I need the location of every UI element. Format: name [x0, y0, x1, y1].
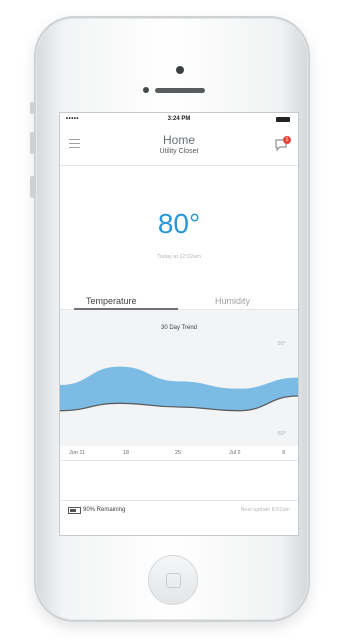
current-temperature: 80° — [157, 208, 201, 239]
x-tick-label: 9 — [282, 450, 286, 456]
notification-badge: 1 — [283, 136, 291, 144]
x-tick-label: Jun 11 — [69, 450, 86, 456]
temperature-area — [60, 366, 298, 411]
x-axis: Jun 11 18 25 Jul 2 9 — [60, 446, 298, 461]
page-title: Home — [162, 133, 195, 147]
next-update: Next update 8:02am — [240, 507, 290, 513]
chart-title: 30 Day Trend — [160, 325, 198, 331]
trend-chart: 30 Day Trend 90° 60° — [60, 310, 298, 446]
battery-level-icon — [68, 507, 81, 514]
y-label-high: 90° — [277, 341, 286, 347]
x-tick-label: 18 — [123, 450, 130, 456]
tab-bar: Temperature Humidity — [60, 293, 298, 310]
mute-switch — [30, 102, 35, 114]
x-tick-label: Jul 2 — [229, 450, 241, 456]
device-footer: 90% Remaining Next update 8:02am — [60, 500, 298, 521]
battery-remaining: 90% Remaining — [83, 507, 126, 513]
app-screen: ••••• 3:24 PM Home Utility Closet 1 80° … — [59, 112, 299, 536]
earpiece-speaker — [155, 88, 205, 93]
app-header: Home Utility Closet 1 — [60, 127, 298, 166]
battery-icon — [276, 117, 290, 122]
tab-temperature[interactable]: Temperature — [86, 296, 137, 306]
tab-humidity[interactable]: Humidity — [215, 296, 250, 306]
front-camera — [176, 66, 184, 74]
volume-down-button — [30, 176, 35, 198]
page-subtitle: Utility Closet — [159, 148, 199, 155]
status-time: 3:24 PM — [167, 116, 191, 122]
home-button[interactable] — [148, 555, 198, 605]
reading-timestamp: Today at 12:02am — [157, 254, 201, 260]
home-square-icon — [166, 573, 181, 588]
x-tick-label: 25 — [175, 450, 182, 456]
y-label-low: 60° — [277, 431, 286, 437]
volume-up-button — [30, 132, 35, 154]
status-bar: ••••• 3:24 PM — [60, 113, 298, 127]
sensor-dot — [143, 87, 149, 93]
